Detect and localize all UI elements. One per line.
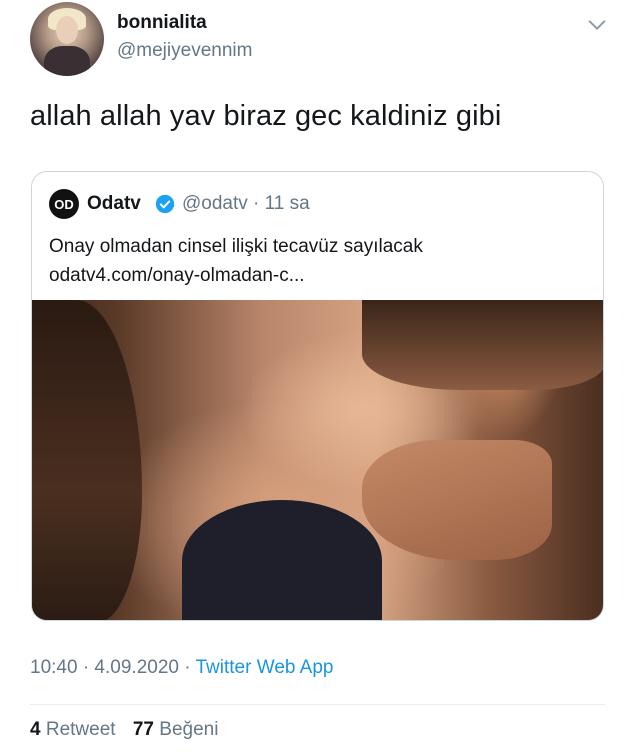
image-shape-hair <box>32 300 142 620</box>
image-shape-head <box>362 300 603 390</box>
author-avatar[interactable] <box>30 2 104 76</box>
quoted-text-block: Onay olmadan cinsel ilişki tecavüz sayıl… <box>49 232 589 290</box>
avatar-body <box>44 46 90 76</box>
avatar-face <box>56 16 78 44</box>
retweet-label: Retweet <box>45 719 116 740</box>
quoted-link[interactable]: odatv4.com/onay-olmadan-c... <box>49 261 589 290</box>
quoted-avatar[interactable]: OD <box>49 189 79 219</box>
quoted-display-name[interactable]: Odatv <box>87 193 141 215</box>
retweet-count: 4 <box>30 719 41 740</box>
like-count: 77 <box>132 719 154 740</box>
tweet-stats: 4 Retweet 77 Beğeni <box>30 719 230 741</box>
image-shape-garment <box>182 500 382 620</box>
author-handle[interactable]: @mejiyevennim <box>117 40 252 62</box>
tweet-source-link[interactable]: Twitter Web App <box>196 657 334 678</box>
like-label: Beğeni <box>159 719 219 740</box>
tweet-text: allah allah yav biraz gec kaldiniz gibi <box>30 100 502 132</box>
quoted-tweet-text: Onay olmadan cinsel ilişki tecavüz sayıl… <box>49 236 423 257</box>
chevron-down-icon[interactable] <box>586 14 608 36</box>
quoted-tweet-card[interactable]: OD Odatv @odatv · 11 sa Onay olmadan cin… <box>31 171 604 621</box>
author-display-name[interactable]: bonnialita <box>117 12 207 34</box>
tweet-timestamp[interactable]: 10:40 · 4.09.2020 · <box>30 657 196 678</box>
quoted-media-image[interactable] <box>32 300 603 620</box>
verified-badge-icon <box>155 194 175 214</box>
tweet-meta: 10:40 · 4.09.2020 · Twitter Web App <box>30 657 334 679</box>
retweet-count-link[interactable]: 4 Retweet <box>30 719 116 740</box>
image-shape-hand <box>362 440 552 560</box>
quoted-handle-time: @odatv · 11 sa <box>182 193 310 214</box>
like-count-link[interactable]: 77 Beğeni <box>133 719 219 740</box>
divider <box>30 704 605 705</box>
